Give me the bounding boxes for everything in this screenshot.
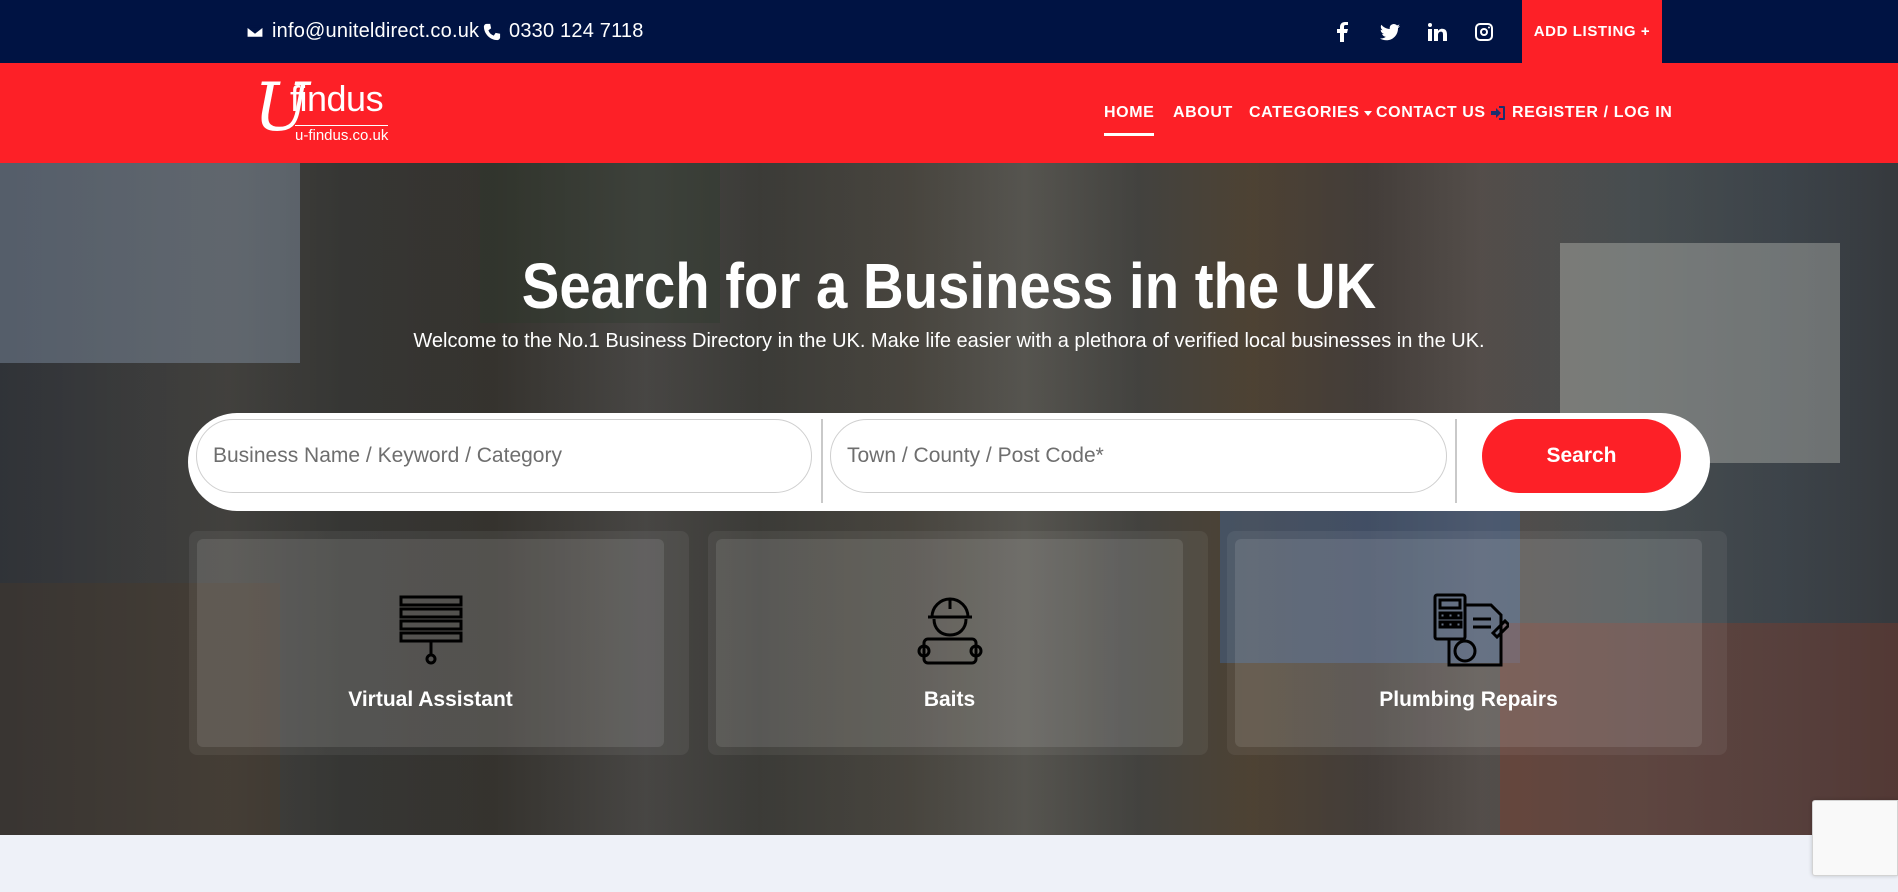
logo-domain: u-findus.co.uk (295, 125, 389, 144)
nav-register-label: REGISTER / LOG IN (1512, 104, 1673, 121)
envelope-icon (246, 25, 264, 38)
add-listing-button[interactable]: ADD LISTING + (1522, 0, 1662, 63)
twitter-icon[interactable] (1379, 21, 1401, 43)
top-bar: info@uniteldirect.co.uk 0330 124 7118 AD… (0, 0, 1898, 63)
category-label: Virtual Assistant (348, 688, 513, 711)
facebook-icon[interactable] (1332, 21, 1354, 43)
nav-about[interactable]: ABOUT (1173, 63, 1233, 163)
accounting-icon (1433, 593, 1509, 667)
location-input[interactable]: Town / County / Post Code* (830, 419, 1447, 493)
search-button[interactable]: Search (1482, 419, 1681, 493)
category-card[interactable]: Virtual Assistant (197, 539, 664, 747)
instagram-icon[interactable] (1473, 21, 1495, 43)
logo-name: findus (290, 78, 384, 119)
linkedin-icon[interactable] (1426, 21, 1448, 43)
nav-contact[interactable]: CONTACT US (1376, 63, 1486, 163)
pallet-icon (399, 595, 462, 665)
phone-text: 0330 124 7118 (509, 20, 644, 42)
nav-home-label: HOME (1104, 104, 1155, 121)
nav-register-login[interactable]: REGISTER / LOG IN (1490, 63, 1672, 163)
category-label: Plumbing Repairs (1379, 688, 1558, 711)
category-card[interactable]: Baits (716, 539, 1183, 747)
site-logo[interactable]: U findus u-findus.co.uk (254, 75, 404, 147)
nav-categories-label: CATEGORIES (1249, 104, 1360, 121)
search-form: Business Name / Keyword / Category Town … (188, 413, 1710, 511)
sign-in-icon (1491, 106, 1505, 120)
keyword-input[interactable]: Business Name / Keyword / Category (196, 419, 812, 493)
category-card[interactable]: Plumbing Repairs (1235, 539, 1702, 747)
hero-section: Search for a Business in the UK Welcome … (0, 163, 1898, 835)
phone-icon (483, 23, 501, 40)
hero-subtitle: Welcome to the No.1 Business Directory i… (413, 330, 1485, 352)
caret-down-icon (1363, 110, 1372, 116)
nav-about-label: ABOUT (1173, 104, 1233, 121)
nav-contact-label: CONTACT US (1376, 104, 1486, 121)
search-divider (821, 419, 823, 503)
next-section (0, 835, 1898, 892)
category-card-outer: Plumbing Repairs (1227, 531, 1727, 755)
category-card-outer: Baits (708, 531, 1208, 755)
search-divider (1455, 419, 1457, 503)
nav-home[interactable]: HOME (1104, 63, 1155, 163)
main-navbar: U findus u-findus.co.uk HOME ABOUT CATEG… (0, 63, 1898, 163)
phone-link[interactable]: 0330 124 7118 (483, 0, 644, 63)
nav-categories[interactable]: CATEGORIES (1249, 63, 1372, 163)
email-text: info@uniteldirect.co.uk (272, 20, 480, 42)
hero-title: Search for a Business in the UK (521, 250, 1377, 322)
category-label: Baits (923, 688, 976, 711)
recaptcha-badge[interactable] (1812, 800, 1898, 876)
category-card-outer: Virtual Assistant (189, 531, 689, 755)
email-link[interactable]: info@uniteldirect.co.uk (246, 0, 479, 63)
worker-icon (917, 597, 982, 665)
